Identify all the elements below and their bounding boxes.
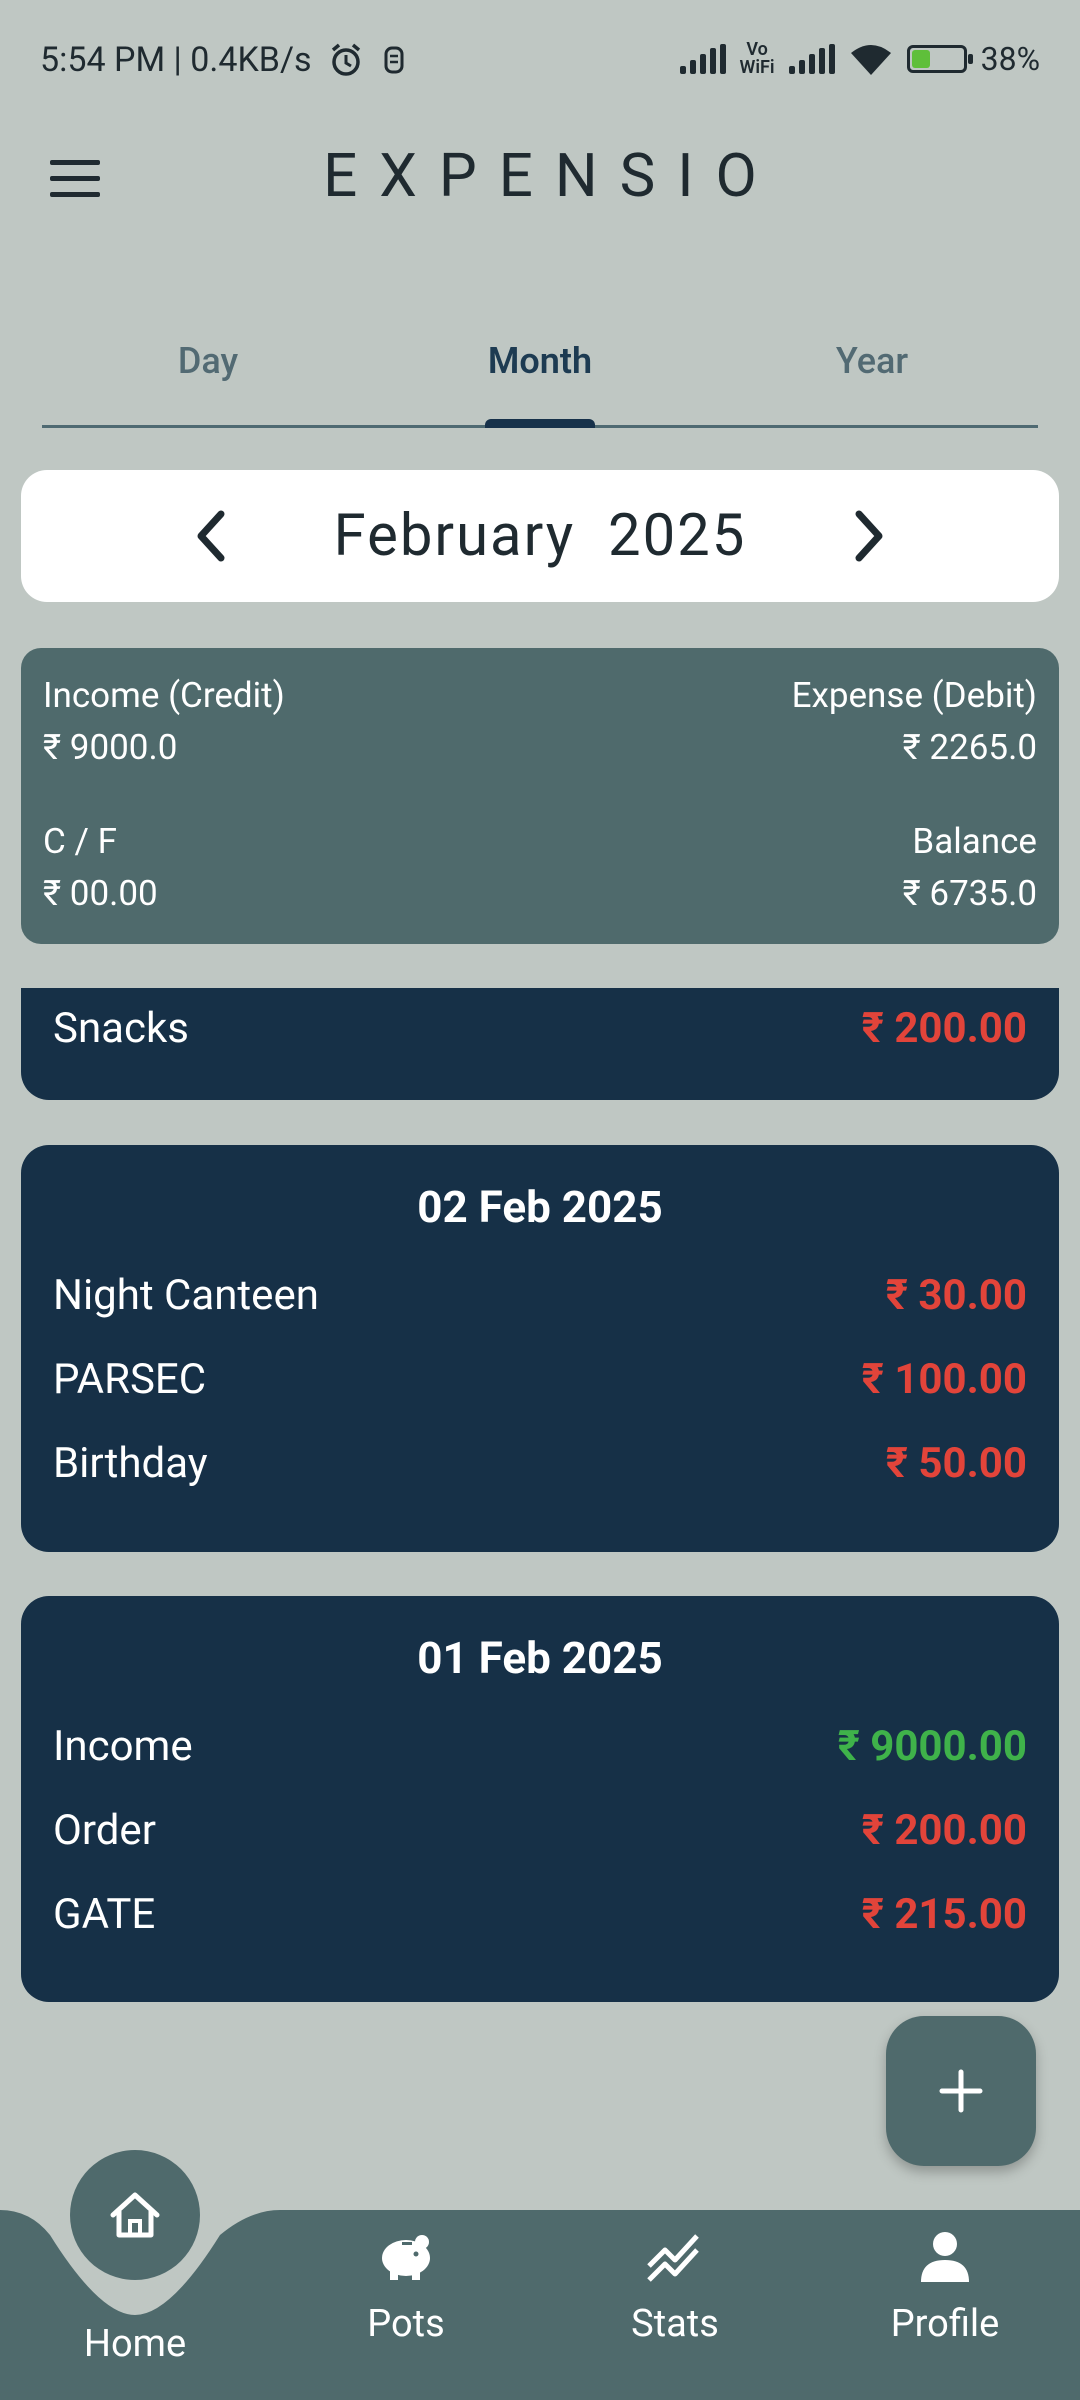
- tab-month[interactable]: Month: [374, 300, 706, 425]
- cf-summary: C / F ₹ 00.00: [43, 816, 158, 920]
- income-value: ₹ 9000.0: [43, 727, 178, 768]
- piggy-bank-icon: [382, 2235, 430, 2280]
- transaction-label: Income: [53, 1721, 193, 1771]
- transaction-label: GATE: [53, 1889, 156, 1939]
- transaction-amount: ₹ 50.00: [885, 1438, 1027, 1488]
- prev-month-button[interactable]: [181, 506, 241, 566]
- transaction-amount: ₹ 200.00: [861, 1003, 1027, 1053]
- transaction-label: Night Canteen: [53, 1270, 319, 1320]
- income-summary: Income (Credit) ₹ 9000.0: [43, 670, 285, 774]
- stats-icon: [647, 2234, 699, 2282]
- app-bar: EXPENSIO: [0, 130, 1080, 240]
- transaction-row[interactable]: Night Canteen ₹ 30.00: [21, 1253, 1059, 1337]
- day-card: 01 Feb 2025 Income ₹ 9000.00 Order ₹ 200…: [21, 1596, 1059, 2002]
- transaction-row[interactable]: Birthday ₹ 50.00: [21, 1421, 1059, 1505]
- expense-value: ₹ 2265.0: [902, 727, 1037, 768]
- nav-home-label[interactable]: Home: [35, 2322, 235, 2366]
- status-right: Vo WiFi 38%: [679, 39, 1040, 78]
- transaction-row[interactable]: PARSEC ₹ 100.00: [21, 1337, 1059, 1421]
- income-label: Income (Credit): [43, 675, 285, 716]
- transaction-row[interactable]: GATE ₹ 215.00: [21, 1872, 1059, 1956]
- transaction-label: Birthday: [53, 1438, 208, 1488]
- expense-summary: Expense (Debit) ₹ 2265.0: [792, 670, 1037, 774]
- status-bar: 5:54 PM | 0.4KB/s Vo WiFi 38%: [0, 0, 1080, 130]
- nav-stats-label: Stats: [631, 2302, 719, 2346]
- transaction-amount: ₹ 215.00: [861, 1889, 1027, 1939]
- transaction-amount: ₹ 100.00: [861, 1354, 1027, 1404]
- status-time: 5:54 PM | 0.4KB/s: [40, 40, 312, 80]
- transaction-label: PARSEC: [53, 1354, 207, 1404]
- balance-label: Balance: [912, 821, 1037, 862]
- month-name: February: [333, 502, 576, 570]
- nav-stats[interactable]: Stats: [575, 2228, 775, 2346]
- balance-value: ₹ 6735.0: [902, 873, 1037, 914]
- month-label: February 2025: [334, 502, 747, 570]
- transaction-label: Order: [53, 1805, 156, 1855]
- profile-icon: [921, 2232, 969, 2282]
- transaction-card-partial: Snacks ₹ 200.00: [21, 988, 1059, 1100]
- summary-card: Income (Credit) ₹ 9000.0 Expense (Debit)…: [21, 648, 1059, 944]
- status-left: 5:54 PM | 0.4KB/s: [40, 40, 408, 80]
- next-month-button[interactable]: [839, 506, 899, 566]
- signal-icon-2: [788, 44, 835, 74]
- expense-label: Expense (Debit): [791, 675, 1037, 716]
- cf-value: ₹ 00.00: [43, 873, 158, 914]
- tab-year[interactable]: Year: [706, 300, 1038, 425]
- day-card: 02 Feb 2025 Night Canteen ₹ 30.00 PARSEC…: [21, 1145, 1059, 1552]
- nav-pots-label: Pots: [367, 2302, 445, 2346]
- transaction-amount: ₹ 9000.00: [837, 1721, 1027, 1771]
- notification-icon: [384, 46, 404, 74]
- nav-pots[interactable]: Pots: [306, 2228, 506, 2346]
- day-card-date: 02 Feb 2025: [417, 1181, 663, 1233]
- transaction-amount: ₹ 200.00: [861, 1805, 1027, 1855]
- transaction-label: Snacks: [53, 1003, 189, 1053]
- signal-icon: [679, 44, 726, 74]
- nav-profile[interactable]: Profile: [845, 2228, 1045, 2346]
- battery-percent: 38%: [980, 40, 1040, 78]
- month-year: 2025: [607, 502, 747, 570]
- transaction-row[interactable]: Order ₹ 200.00: [21, 1788, 1059, 1872]
- day-card-date: 01 Feb 2025: [417, 1632, 663, 1684]
- nav-profile-label: Profile: [890, 2302, 1000, 2346]
- vowifi-icon: Vo WiFi: [739, 39, 775, 78]
- tab-day[interactable]: Day: [42, 300, 374, 425]
- transaction-row[interactable]: Snacks ₹ 200.00: [21, 988, 1059, 1068]
- chevron-right-icon: [855, 510, 883, 562]
- transaction-row[interactable]: Income ₹ 9000.00: [21, 1704, 1059, 1788]
- cf-label: C / F: [43, 821, 117, 862]
- battery-icon: [906, 45, 973, 73]
- alarm-icon: [331, 43, 360, 76]
- period-tabs: Day Month Year: [42, 300, 1038, 428]
- transaction-amount: ₹ 30.00: [885, 1270, 1027, 1320]
- nav-home-button[interactable]: [70, 2150, 200, 2280]
- wifi-icon: [850, 45, 891, 75]
- app-title: EXPENSIO: [323, 140, 779, 211]
- chevron-left-icon: [197, 510, 225, 562]
- month-selector: February 2025: [21, 470, 1059, 602]
- balance-summary: Balance ₹ 6735.0: [903, 816, 1037, 920]
- home-icon: [110, 2192, 160, 2238]
- plus-icon: [939, 2069, 983, 2113]
